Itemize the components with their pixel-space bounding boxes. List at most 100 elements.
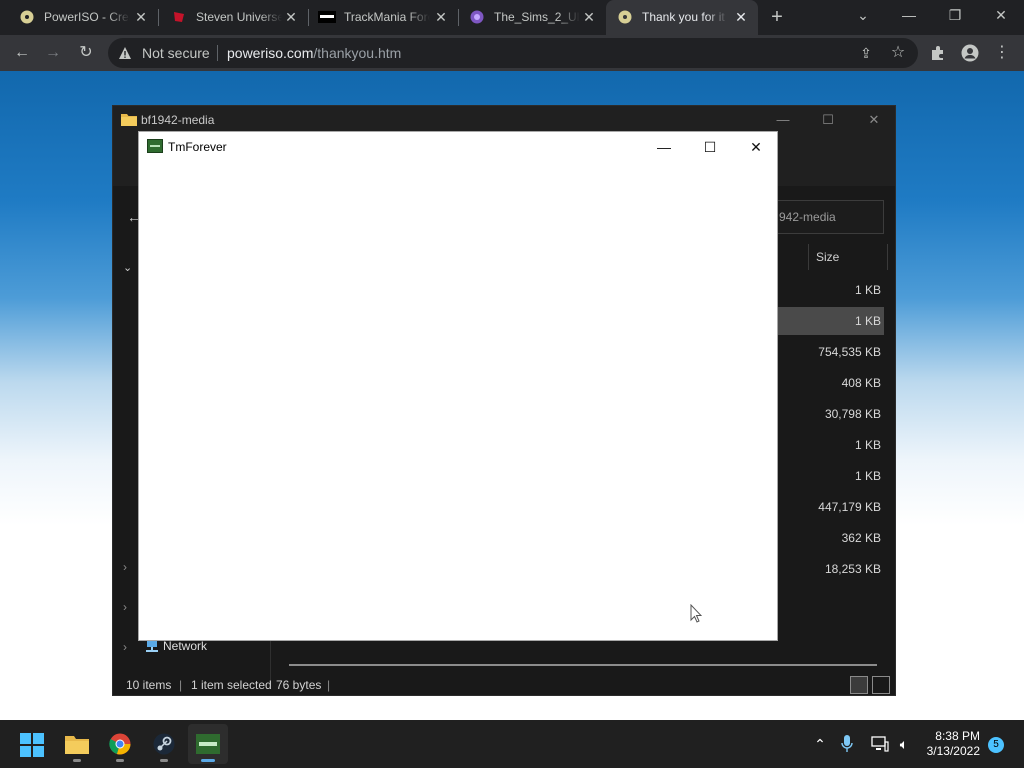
nav-network-label[interactable]: Network bbox=[163, 639, 207, 653]
menu-dots-icon[interactable]: ⋮ bbox=[990, 41, 1014, 65]
details-view-icon[interactable] bbox=[850, 676, 868, 694]
windows-start-icon[interactable] bbox=[20, 733, 44, 757]
volume-icon[interactable]: 🔈︎ bbox=[894, 734, 914, 754]
browser-tab-title: TrackMania Fore bbox=[344, 10, 430, 24]
warning-triangle-icon bbox=[119, 47, 131, 59]
browser-tab-poweriso[interactable]: PowerISO - Crea ✕ bbox=[8, 0, 158, 35]
browser-close-button[interactable]: ✕ bbox=[978, 0, 1024, 30]
explorer-statusbar: 10 items | 1 item selected 76 bytes | bbox=[113, 674, 895, 696]
file-size-cell[interactable]: 1 KB bbox=[778, 276, 884, 304]
running-indicator bbox=[160, 759, 168, 762]
explorer-minimize-button[interactable]: — bbox=[768, 110, 798, 130]
bookmark-star-icon[interactable]: ☆ bbox=[886, 41, 910, 65]
browser-tab-thank-you[interactable]: Thank you for it ✕ bbox=[606, 0, 758, 35]
network-icon bbox=[146, 640, 158, 652]
large-icons-view-icon[interactable] bbox=[872, 676, 890, 694]
tmforever-close-button[interactable]: ✕ bbox=[733, 134, 779, 160]
close-icon[interactable]: ✕ bbox=[580, 8, 598, 26]
tab-search-chevron-icon[interactable]: ⌄ bbox=[840, 0, 886, 30]
browser-tab-title: Thank you for it bbox=[642, 10, 728, 24]
poweriso-disc-icon bbox=[618, 10, 632, 24]
chevron-right-icon[interactable]: › bbox=[123, 640, 127, 654]
status-selected-count: 1 item selected bbox=[191, 678, 272, 692]
chevron-down-icon[interactable]: ⌄ bbox=[123, 261, 132, 274]
taskbar-file-explorer[interactable] bbox=[57, 724, 97, 764]
running-indicator bbox=[116, 759, 124, 762]
chevron-right-icon[interactable]: › bbox=[123, 560, 127, 574]
browser-tab-steven-universe[interactable]: Steven Universe ✕ bbox=[160, 0, 308, 35]
folder-icon bbox=[65, 736, 89, 754]
browser-tab-title: The_Sims_2_Ult bbox=[494, 10, 580, 24]
browser-minimize-button[interactable]: — bbox=[886, 0, 932, 30]
browser-tab-title: PowerISO - Crea bbox=[44, 10, 130, 24]
file-size-cell-selected[interactable]: 1 KB bbox=[778, 307, 884, 335]
browser-tab-trackmania[interactable]: TrackMania Fore ✕ bbox=[308, 0, 458, 35]
address-bar[interactable]: Not secure poweriso.com/thankyou.htm bbox=[108, 38, 918, 68]
share-icon[interactable]: ⇪ bbox=[854, 41, 878, 65]
size-column-header[interactable]: Size bbox=[808, 244, 888, 270]
notification-badge[interactable]: 5 bbox=[988, 737, 1004, 753]
browser-restore-button[interactable]: ❐ bbox=[932, 0, 978, 30]
tmforever-title: TmForever bbox=[168, 140, 227, 154]
tmf-icon bbox=[318, 11, 336, 23]
taskbar-steam[interactable] bbox=[144, 724, 184, 764]
chrome-icon bbox=[109, 733, 131, 755]
mouse-cursor-icon bbox=[690, 604, 702, 623]
microphone-icon[interactable] bbox=[841, 735, 853, 753]
file-size-cell[interactable]: 1 KB bbox=[778, 431, 884, 459]
security-label[interactable]: Not secure bbox=[142, 45, 210, 61]
new-tab-button[interactable]: + bbox=[766, 7, 788, 29]
browser-tab-title: Steven Universe bbox=[196, 10, 282, 24]
status-separator: | bbox=[179, 678, 183, 692]
omnibox-divider bbox=[217, 45, 218, 61]
network-status-icon[interactable] bbox=[871, 736, 889, 752]
back-arrow-icon[interactable]: ← bbox=[10, 41, 34, 65]
windows-taskbar: ⌃ 🔈︎ bbox=[0, 720, 1024, 768]
clock-date: 3/13/2022 bbox=[926, 744, 980, 758]
tab-separator bbox=[158, 9, 159, 26]
taskbar-tmforever[interactable] bbox=[188, 724, 228, 764]
sims-icon bbox=[470, 10, 484, 24]
clock-time: 8:38 PM bbox=[935, 729, 980, 743]
explorer-search-input[interactable]: 942-media bbox=[776, 200, 884, 234]
taskbar-chrome[interactable] bbox=[100, 724, 140, 764]
folder-icon bbox=[121, 114, 137, 126]
poweriso-disc-icon bbox=[20, 10, 34, 24]
file-size-cell[interactable]: 18,253 KB bbox=[778, 555, 884, 583]
close-icon[interactable]: ✕ bbox=[282, 8, 300, 26]
tmforever-app-icon bbox=[147, 139, 163, 153]
chevron-right-icon[interactable]: › bbox=[123, 600, 127, 614]
close-icon[interactable]: ✕ bbox=[132, 8, 150, 26]
tmforever-window[interactable]: TmForever — ☐ ✕ bbox=[138, 131, 778, 641]
forward-arrow-icon[interactable]: → bbox=[41, 41, 65, 65]
file-size-cell[interactable]: 30,798 KB bbox=[778, 400, 884, 428]
file-size-cell[interactable]: 447,179 KB bbox=[778, 493, 884, 521]
tmforever-minimize-button[interactable]: — bbox=[641, 134, 687, 160]
url-path: /thankyou.htm bbox=[313, 45, 402, 61]
file-size-cell[interactable]: 362 KB bbox=[778, 524, 884, 552]
tmforever-maximize-button[interactable]: ☐ bbox=[687, 134, 733, 160]
status-selected-size: 76 bytes bbox=[276, 678, 322, 692]
file-size-cell[interactable]: 754,535 KB bbox=[778, 338, 884, 366]
status-item-count: 10 items bbox=[126, 678, 172, 692]
file-size-cell[interactable]: 1 KB bbox=[778, 462, 884, 490]
explorer-maximize-button[interactable]: ☐ bbox=[813, 110, 843, 130]
steven-universe-icon bbox=[174, 12, 184, 22]
profile-icon[interactable] bbox=[961, 44, 979, 62]
explorer-title: bf1942-media bbox=[141, 113, 215, 127]
taskbar-clock[interactable]: 8:38 PM 3/13/2022 bbox=[918, 729, 980, 759]
explorer-close-button[interactable]: ✕ bbox=[859, 110, 889, 130]
extensions-puzzle-icon[interactable] bbox=[929, 44, 947, 62]
steam-icon bbox=[153, 733, 175, 755]
close-icon[interactable]: ✕ bbox=[732, 8, 750, 26]
file-size-cell[interactable]: 408 KB bbox=[778, 369, 884, 397]
close-icon[interactable]: ✕ bbox=[432, 8, 450, 26]
horizontal-scrollbar[interactable] bbox=[289, 664, 877, 666]
chevron-up-icon[interactable]: ⌃ bbox=[810, 734, 830, 754]
running-indicator bbox=[201, 759, 215, 762]
explorer-titlebar[interactable]: bf1942-media — ☐ ✕ bbox=[113, 106, 895, 134]
url-text[interactable]: poweriso.com/thankyou.htm bbox=[227, 45, 401, 61]
reload-icon[interactable]: ↻ bbox=[74, 41, 98, 65]
browser-tab-sims[interactable]: The_Sims_2_Ult ✕ bbox=[458, 0, 606, 35]
url-domain: poweriso.com bbox=[227, 45, 314, 61]
